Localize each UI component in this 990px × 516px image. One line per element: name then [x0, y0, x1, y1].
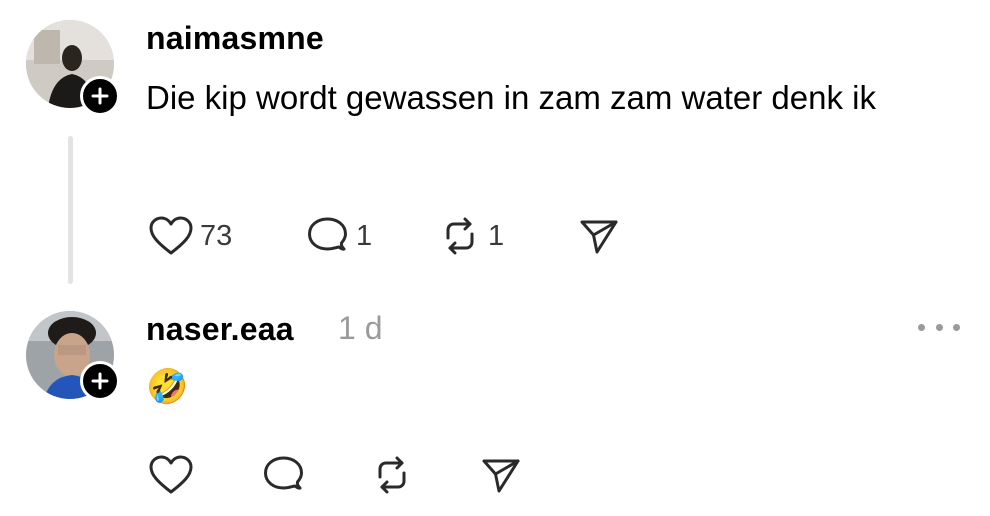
post: naimasmne Die kip wordt gewassen in zam … [0, 0, 990, 295]
post-text: Die kip wordt gewassen in zam zam water … [146, 79, 876, 116]
speech-bubble-icon [308, 217, 347, 251]
more-options-button[interactable] [918, 317, 960, 337]
repost-button[interactable]: 1 [438, 214, 504, 258]
repost-button[interactable] [370, 453, 414, 497]
speech-bubble-icon [264, 456, 303, 490]
paper-plane-icon [580, 220, 618, 254]
like-button[interactable]: 73 [148, 214, 232, 258]
reply-button[interactable] [262, 453, 306, 497]
follow-button[interactable] [80, 76, 120, 116]
repost-count: 1 [488, 219, 505, 252]
share-button[interactable] [480, 453, 522, 497]
heart-icon [149, 216, 193, 255]
like-button[interactable] [148, 453, 194, 497]
repost-icon [378, 456, 406, 494]
share-button[interactable] [578, 214, 620, 258]
timestamp: 1 d [338, 310, 383, 346]
more-dots-icon [953, 323, 960, 331]
heart-icon [149, 455, 193, 494]
more-dots-icon [918, 323, 925, 331]
reply-count: 1 [356, 219, 373, 252]
like-count: 73 [200, 219, 233, 252]
plus-icon [91, 87, 109, 105]
more-dots-icon [935, 323, 943, 331]
follow-button[interactable] [80, 361, 120, 401]
paper-plane-icon [482, 459, 520, 493]
plus-icon [91, 372, 109, 390]
thread-line [68, 136, 73, 284]
username[interactable]: naimasmne [146, 20, 324, 57]
post-text: 🤣 [146, 368, 189, 406]
repost-icon [446, 217, 474, 255]
reply-button[interactable]: 1 [306, 214, 372, 258]
username[interactable]: naser.eaa [146, 311, 294, 348]
post: naser.eaa 1 d 🤣 [0, 295, 990, 516]
